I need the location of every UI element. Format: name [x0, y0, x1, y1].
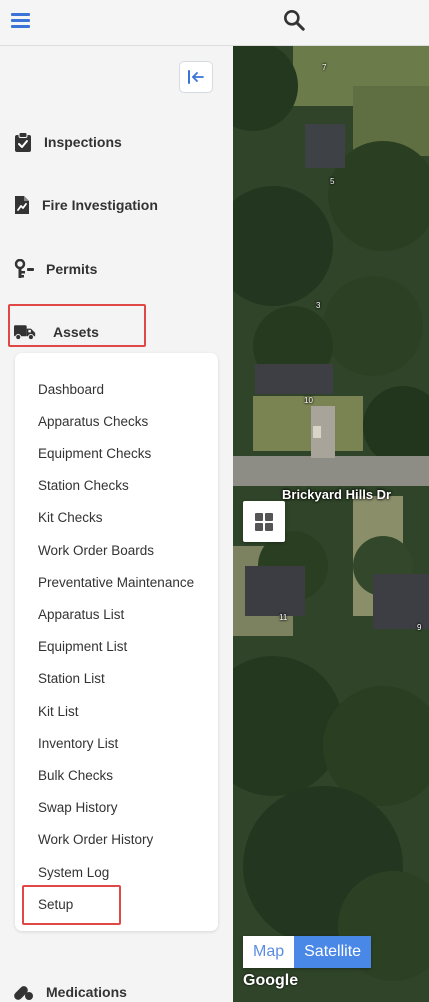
submenu-item-system-log[interactable]: System Log	[38, 864, 109, 882]
submenu-item-setup[interactable]: Setup	[38, 896, 73, 914]
sidebar-item-assets[interactable]: Assets	[14, 320, 99, 344]
submenu-item-kit-checks[interactable]: Kit Checks	[38, 509, 103, 527]
submenu-item-equipment-list[interactable]: Equipment List	[38, 638, 127, 656]
map-type-map-button[interactable]: Map	[243, 936, 295, 968]
submenu-item-station-checks[interactable]: Station Checks	[38, 477, 129, 495]
grid-icon[interactable]	[243, 501, 285, 542]
collapse-left-icon	[188, 70, 204, 84]
file-chart-icon	[14, 195, 36, 215]
sidebar-item-inspections[interactable]: Inspections	[14, 130, 122, 154]
clipboard-check-icon	[14, 132, 36, 152]
truck-icon	[14, 322, 36, 342]
submenu-item-preventative-maintenance[interactable]: Preventative Maintenance	[38, 574, 194, 592]
pills-icon	[14, 982, 36, 1002]
sidebar-item-medications[interactable]: Medications	[14, 980, 127, 1002]
sidebar-item-label: Permits	[46, 261, 98, 277]
map-type-satellite-button[interactable]: Satellite	[294, 936, 372, 968]
hamburger-menu-icon[interactable]	[10, 9, 32, 31]
submenu-item-work-order-history[interactable]: Work Order History	[38, 831, 153, 849]
house-number-label: 10	[304, 396, 313, 405]
google-logo: Google	[243, 972, 299, 989]
house-number-label: 7	[322, 63, 327, 72]
sidebar-item-permits[interactable]: Permits	[14, 257, 97, 281]
submenu-item-dashboard[interactable]: Dashboard	[38, 381, 104, 399]
submenu-item-station-list[interactable]: Station List	[38, 670, 105, 688]
key-icon	[14, 259, 36, 279]
sidebar-item-fire-investigation[interactable]: Fire Investigation	[14, 193, 158, 217]
house-number-label: 3	[316, 301, 321, 310]
house-number-label: 11	[279, 613, 288, 622]
submenu-item-inventory-list[interactable]: Inventory List	[38, 735, 118, 753]
submenu-item-apparatus-checks[interactable]: Apparatus Checks	[38, 413, 148, 431]
submenu-item-swap-history[interactable]: Swap History	[38, 799, 118, 817]
sidebar-item-label: Inspections	[44, 134, 122, 150]
top-bar	[0, 0, 429, 46]
submenu-item-kit-list[interactable]: Kit List	[38, 703, 79, 721]
map-view[interactable]: 7 5 3 10 11 9 Brickyard Hills Dr Map Sat…	[233, 46, 429, 1002]
house-number-label: 9	[417, 623, 422, 632]
submenu-item-equipment-checks[interactable]: Equipment Checks	[38, 445, 151, 463]
sidebar-item-label: Assets	[53, 324, 99, 340]
search-icon[interactable]	[281, 7, 307, 33]
sidebar-item-label: Medications	[46, 984, 127, 1000]
collapse-sidebar-button[interactable]	[179, 61, 213, 93]
submenu-item-work-order-boards[interactable]: Work Order Boards	[38, 542, 154, 560]
map-type-control: Map Satellite	[243, 936, 372, 968]
assets-submenu: Dashboard Apparatus Checks Equipment Che…	[15, 353, 218, 931]
street-name-label: Brickyard Hills Dr	[282, 487, 392, 502]
submenu-item-bulk-checks[interactable]: Bulk Checks	[38, 767, 113, 785]
sidebar-item-label: Fire Investigation	[42, 197, 158, 213]
sidebar: Inspections Fire Investigation Permits A…	[0, 46, 233, 1002]
house-number-label: 5	[330, 177, 335, 186]
submenu-item-apparatus-list[interactable]: Apparatus List	[38, 606, 124, 624]
